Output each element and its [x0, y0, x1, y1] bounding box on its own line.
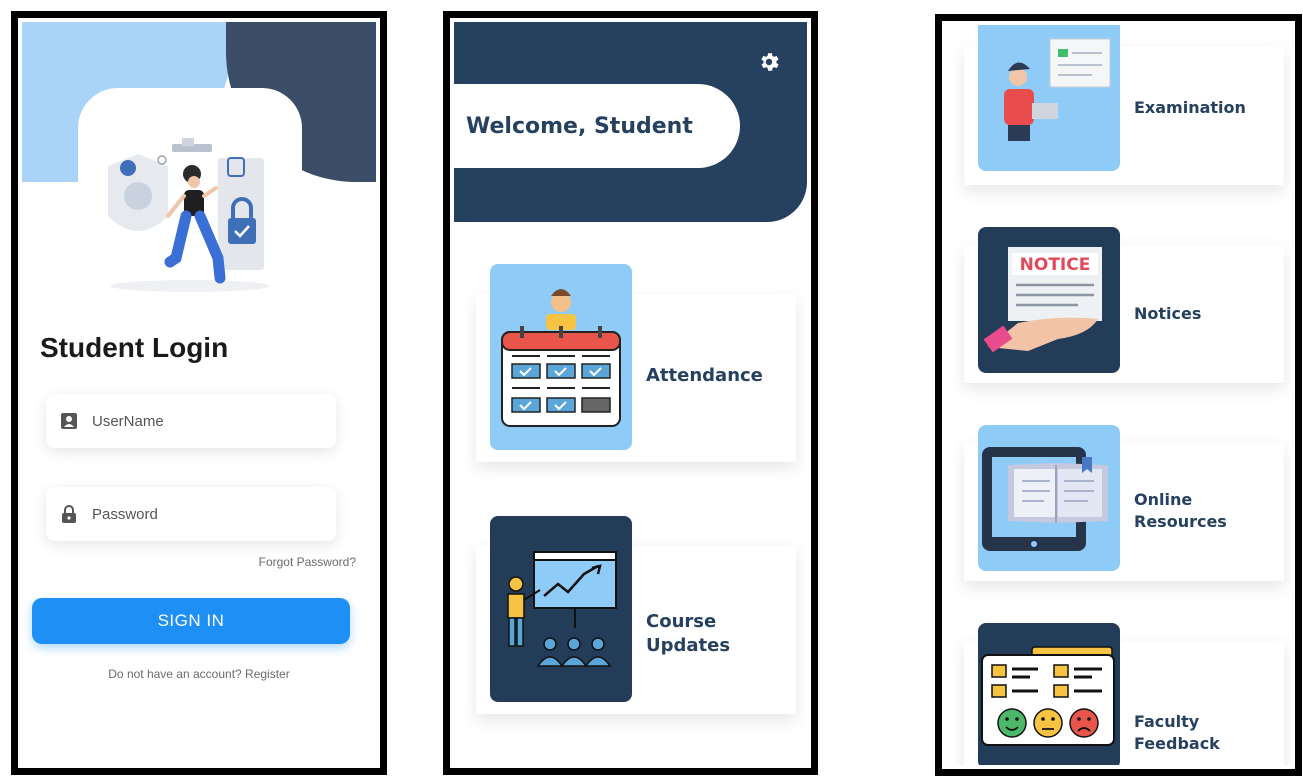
lock-icon [60, 505, 78, 523]
menu-frame-inner: Examination NOTICE Notices Online Resour… [942, 21, 1295, 769]
gear-icon[interactable] [757, 50, 781, 74]
examination-thumbnail [978, 25, 1120, 171]
login-hero-card [78, 88, 302, 318]
user-icon [60, 412, 78, 430]
card-label-line: Updates [646, 635, 731, 657]
login-screen: Student Login Forgot Password? SIGN IN D… [22, 22, 376, 764]
course-updates-thumbnail [490, 516, 632, 702]
attendance-label: Attendance [646, 364, 763, 388]
card-label-line: Feedback [1134, 733, 1220, 753]
attendance-thumbnail [490, 264, 632, 450]
password-field[interactable] [46, 487, 336, 541]
feedback-form-icon [981, 646, 1115, 746]
security-illustration [108, 138, 270, 292]
notices-label: Notices [1134, 303, 1201, 325]
tablet-book-icon [982, 447, 1108, 551]
username-input[interactable] [90, 411, 294, 431]
course-updates-card[interactable]: Course Updates [476, 516, 796, 714]
notice-paper-icon: NOTICE [983, 247, 1102, 353]
menu-screen: Examination NOTICE Notices Online Resour… [946, 25, 1291, 765]
exam-person-laptop-icon [1004, 38, 1111, 141]
card-label-line: Attendance [646, 365, 763, 386]
username-field[interactable] [46, 394, 336, 448]
dashboard-frame-inner: Welcome, Student Attendance Course Updat… [450, 18, 811, 768]
online-resources-thumbnail [978, 425, 1120, 571]
card-label-line: Course [646, 611, 717, 632]
course-updates-label: Course Updates [646, 610, 730, 659]
card-label-line: Online [1134, 490, 1193, 509]
online-resources-card[interactable]: Online Resources [964, 425, 1284, 581]
login-phone-frame: Student Login Forgot Password? SIGN IN D… [11, 11, 387, 775]
register-link[interactable]: Do not have an account? Register [22, 667, 376, 681]
faculty-feedback-label: Faculty Feedback [1134, 711, 1220, 754]
notices-thumbnail: NOTICE [978, 227, 1120, 373]
faculty-feedback-card[interactable]: Faculty Feedback [964, 623, 1284, 765]
dashboard-phone-frame: Welcome, Student Attendance Course Updat… [443, 11, 818, 775]
password-input[interactable] [90, 504, 294, 524]
card-label-line: Faculty [1134, 712, 1200, 731]
examination-card[interactable]: Examination [964, 25, 1284, 185]
welcome-text: Welcome, Student [466, 113, 693, 139]
login-frame-inner: Student Login Forgot Password? SIGN IN D… [18, 18, 380, 768]
dashboard-screen: Welcome, Student Attendance Course Updat… [454, 22, 807, 764]
presentation-board-icon [507, 551, 617, 667]
page-title: Student Login [40, 332, 229, 363]
notice-word: NOTICE [1020, 255, 1091, 275]
attendance-calendar-icon [501, 289, 621, 427]
card-label-line: Resources [1134, 511, 1227, 531]
examination-label: Examination [1134, 97, 1246, 119]
menu-phone-frame: Examination NOTICE Notices Online Resour… [935, 14, 1302, 776]
online-resources-label: Online Resources [1134, 489, 1227, 532]
faculty-feedback-thumbnail [978, 623, 1120, 765]
forgot-password-link[interactable]: Forgot Password? [259, 555, 356, 569]
sign-in-button[interactable]: SIGN IN [32, 598, 350, 644]
welcome-banner: Welcome, Student [454, 84, 740, 168]
attendance-card[interactable]: Attendance [476, 264, 796, 462]
card-label-line: Examination [1134, 98, 1246, 117]
card-label-line: Notices [1134, 304, 1202, 323]
notices-card[interactable]: NOTICE Notices [964, 227, 1284, 383]
